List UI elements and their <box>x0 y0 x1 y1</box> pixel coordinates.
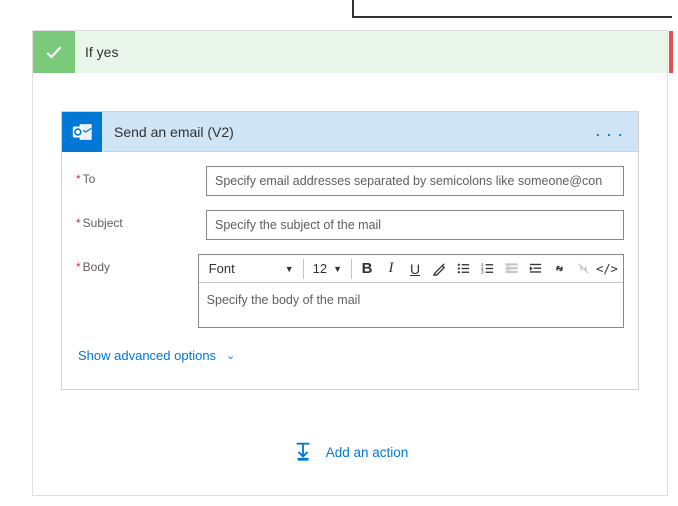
chevron-down-icon: ▼ <box>333 264 342 274</box>
font-size-dropdown[interactable]: 12▼ <box>307 256 348 282</box>
outdent-button[interactable] <box>499 256 523 282</box>
subject-label: *Subject <box>76 210 206 230</box>
action-menu-dots[interactable]: . . . <box>596 124 638 139</box>
chevron-down-icon: ▼ <box>285 264 294 274</box>
italic-button[interactable]: I <box>379 256 403 282</box>
editor-toolbar: Font▼ 12▼ B I U <box>199 255 623 283</box>
field-row-subject: *Subject <box>76 210 624 240</box>
body-label: *Body <box>76 254 198 274</box>
indent-button[interactable] <box>523 256 547 282</box>
action-body: *To *Subject *Body Font▼ 12▼ <box>62 152 638 389</box>
outlook-icon <box>62 112 102 152</box>
body-input[interactable]: Specify the body of the mail <box>199 283 623 327</box>
bold-button[interactable]: B <box>355 256 379 282</box>
link-button[interactable] <box>547 256 571 282</box>
if-yes-container: If yes Send an email (V2) . . . *To *Sub… <box>32 30 668 496</box>
chevron-down-icon: ⌄ <box>226 349 235 362</box>
font-family-dropdown[interactable]: Font▼ <box>203 256 300 282</box>
condition-title: If yes <box>75 44 118 60</box>
add-action-button[interactable]: Add an action <box>33 440 667 465</box>
subject-input[interactable] <box>206 210 624 240</box>
highlight-button[interactable] <box>427 256 451 282</box>
to-label: *To <box>76 166 206 186</box>
send-email-action-card: Send an email (V2) . . . *To *Subject *B… <box>61 111 639 390</box>
partial-top-border <box>352 0 672 18</box>
bullet-list-button[interactable] <box>451 256 475 282</box>
field-row-body: *Body Font▼ 12▼ B I U <box>76 254 624 328</box>
action-header[interactable]: Send an email (V2) . . . <box>62 112 638 152</box>
check-icon <box>33 31 75 73</box>
action-title: Send an email (V2) <box>102 124 596 140</box>
condition-header[interactable]: If yes <box>33 31 667 73</box>
show-advanced-options-link[interactable]: Show advanced options ⌄ <box>76 342 237 369</box>
svg-text:3: 3 <box>480 270 483 275</box>
to-input[interactable] <box>206 166 624 196</box>
add-action-icon <box>292 440 314 465</box>
right-edge-indicator <box>669 31 673 73</box>
number-list-button[interactable]: 123 <box>475 256 499 282</box>
code-view-button[interactable]: </> <box>595 256 619 282</box>
rich-text-editor: Font▼ 12▼ B I U <box>198 254 624 328</box>
unlink-button[interactable] <box>571 256 595 282</box>
add-action-label: Add an action <box>326 445 409 460</box>
underline-button[interactable]: U <box>403 256 427 282</box>
field-row-to: *To <box>76 166 624 196</box>
